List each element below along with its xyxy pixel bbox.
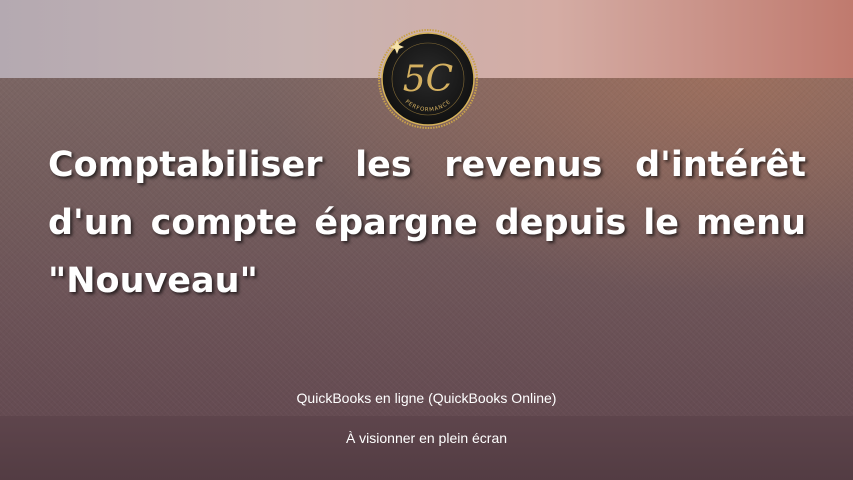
logo-monogram: 5C [403, 59, 453, 100]
subtitle: QuickBooks en ligne (QuickBooks Online) [296, 390, 557, 406]
page-title: Comptabiliser les revenus d'intérêt d'un… [48, 145, 806, 301]
5c-performance-logo: 5C PERFORMANCE [378, 29, 478, 129]
fullscreen-hint[interactable]: À visionner en plein écran [0, 430, 853, 446]
bottom-band [0, 416, 853, 480]
